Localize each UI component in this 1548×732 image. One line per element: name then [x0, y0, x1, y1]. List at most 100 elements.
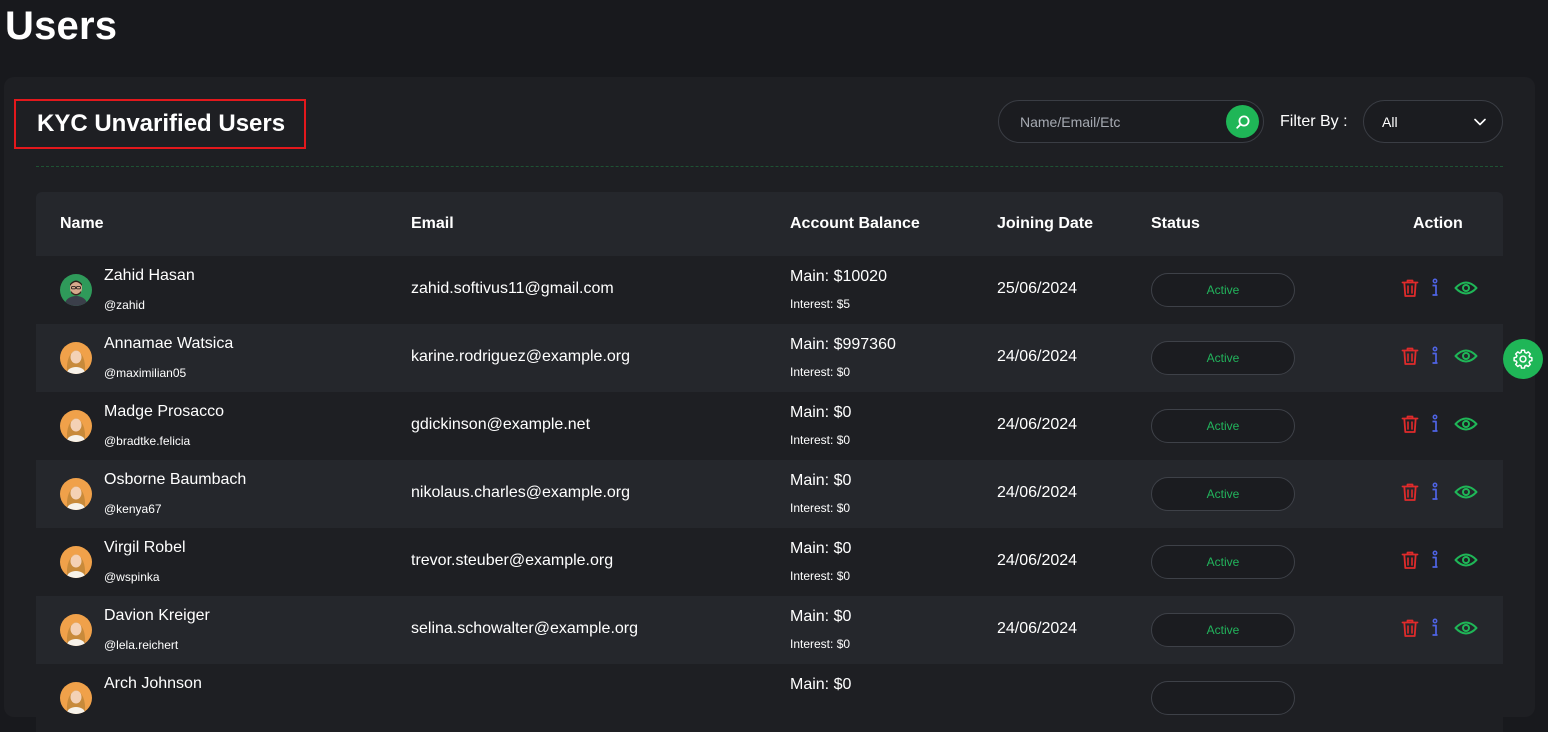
view-button[interactable] [1454, 348, 1478, 364]
table-row: Arch Johnson Main: $0 [36, 664, 1503, 732]
table-row: Osborne Baumbach @kenya67 nikolaus.charles… [36, 460, 1503, 528]
table-row: Zahid Hasan @zahid zahid.softivus11@gmail.… [36, 256, 1503, 324]
user-email: nikolaus.charles@example.org [411, 484, 631, 501]
trash-icon [1401, 483, 1419, 501]
info-icon [1432, 618, 1438, 636]
table-header: Name Email Account Balance Joining Date … [36, 192, 1503, 256]
user-name: Madge Prosacco [104, 403, 225, 420]
header-balance: Account Balance [790, 215, 920, 232]
view-button[interactable] [1454, 484, 1478, 500]
status-badge: Active [1151, 273, 1295, 307]
info-button[interactable] [1428, 414, 1442, 434]
user-name: Annamae Watsica [104, 335, 234, 352]
info-button[interactable] [1428, 482, 1442, 502]
user-handle: @zahid [104, 298, 145, 312]
user-handle: @bradtke.felicia [104, 434, 191, 448]
page-title: Users [5, 4, 118, 48]
settings-button[interactable] [1503, 339, 1543, 379]
table-row: Annamae Watsica @maximilian05 karine.rodri… [36, 324, 1503, 392]
search-box [998, 100, 1264, 143]
filter-select[interactable]: All [1363, 100, 1503, 143]
user-email: selina.schowalter@example.org [411, 620, 639, 637]
avatar [60, 274, 92, 306]
status-badge [1151, 681, 1295, 715]
user-handle: @maximilian05 [104, 366, 187, 380]
trash-icon [1401, 279, 1419, 297]
row-actions [1400, 346, 1478, 366]
row-actions [1400, 414, 1478, 434]
user-email: trevor.steuber@example.org [411, 552, 614, 569]
view-button[interactable] [1454, 416, 1478, 432]
eye-icon [1454, 553, 1478, 567]
header-divider [36, 166, 1503, 167]
header-name: Name [60, 215, 104, 232]
balance-interest: Interest: $0 [790, 365, 851, 379]
delete-button[interactable] [1400, 482, 1420, 502]
user-name: Davion Kreiger [104, 607, 210, 624]
info-button[interactable] [1428, 618, 1442, 638]
eye-icon [1454, 349, 1478, 363]
view-button[interactable] [1454, 620, 1478, 636]
user-email: karine.rodriguez@example.org [411, 348, 631, 365]
eye-icon [1454, 281, 1478, 295]
trash-icon [1401, 619, 1419, 637]
search-input[interactable] [999, 101, 1226, 142]
status-badge: Active [1151, 477, 1295, 511]
delete-button[interactable] [1400, 346, 1420, 366]
info-icon [1432, 550, 1438, 568]
balance-main: Main: $0 [790, 404, 852, 421]
info-button[interactable] [1428, 278, 1442, 298]
balance-main: Main: $0 [790, 676, 852, 693]
balance-main: Main: $0 [790, 472, 852, 489]
joining-date: 24/06/2024 [997, 416, 1078, 433]
user-handle: @kenya67 [104, 502, 162, 516]
delete-button[interactable] [1400, 550, 1420, 570]
user-name: Osborne Baumbach [104, 471, 247, 488]
header-joining-date: Joining Date [997, 215, 1094, 232]
row-actions [1400, 550, 1478, 570]
info-icon [1432, 482, 1438, 500]
trash-icon [1401, 551, 1419, 569]
joining-date: 24/06/2024 [997, 552, 1078, 569]
eye-icon [1454, 485, 1478, 499]
joining-date: 24/06/2024 [997, 484, 1078, 501]
balance-main: Main: $0 [790, 608, 852, 625]
balance-main: Main: $10020 [790, 268, 887, 285]
eye-icon [1454, 621, 1478, 635]
balance-interest: Interest: $5 [790, 297, 851, 311]
trash-icon [1401, 347, 1419, 365]
row-actions [1400, 482, 1478, 502]
user-handle: @lela.reichert [104, 638, 179, 652]
balance-interest: Interest: $0 [790, 501, 851, 515]
info-button[interactable] [1428, 346, 1442, 366]
delete-button[interactable] [1400, 414, 1420, 434]
user-name: Arch Johnson [104, 675, 202, 692]
info-button[interactable] [1428, 550, 1442, 570]
trash-icon [1401, 415, 1419, 433]
search-button[interactable] [1226, 105, 1259, 138]
card-title-highlight: KYC Unvarified Users [14, 99, 306, 149]
users-table: Name Email Account Balance Joining Date … [36, 192, 1503, 732]
gear-icon [1513, 349, 1533, 369]
card-title: KYC Unvarified Users [37, 110, 286, 137]
user-handle: @wspinka [104, 570, 160, 584]
user-email: gdickinson@example.net [411, 416, 591, 433]
table-row: Davion Kreiger @lela.reichert selina.schow… [36, 596, 1503, 664]
user-email: zahid.softivus11@gmail.com [411, 280, 614, 297]
row-actions [1400, 278, 1478, 298]
view-button[interactable] [1454, 552, 1478, 568]
header-email: Email [411, 215, 454, 232]
chevron-down-icon [1474, 118, 1486, 125]
eye-icon [1454, 417, 1478, 431]
table-row: Virgil Robel @wspinka trevor.steuber@examp… [36, 528, 1503, 596]
table-row: Madge Prosacco @bradtke.felicia gdickinson… [36, 392, 1503, 460]
view-button[interactable] [1454, 280, 1478, 296]
balance-interest: Interest: $0 [790, 569, 851, 583]
balance-main: Main: $0 [790, 540, 852, 557]
delete-button[interactable] [1400, 278, 1420, 298]
avatar [60, 342, 92, 374]
delete-button[interactable] [1400, 618, 1420, 638]
balance-interest: Interest: $0 [790, 637, 851, 651]
table-body: Zahid Hasan @zahid zahid.softivus11@gmail.… [36, 256, 1503, 732]
avatar [60, 682, 92, 714]
